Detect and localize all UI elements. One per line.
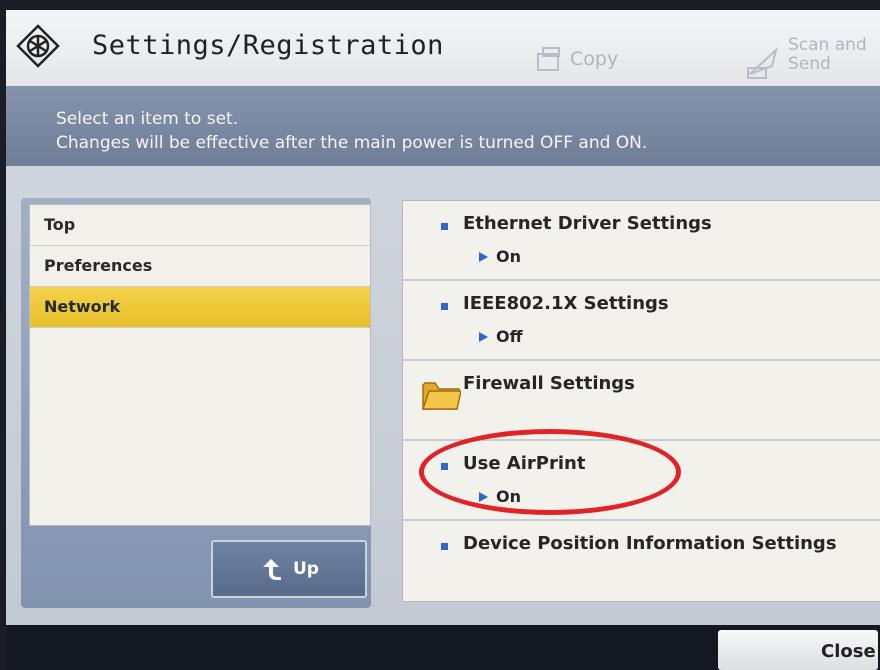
setting-label: Firewall Settings <box>463 373 635 394</box>
category-item-label: Network <box>44 297 121 316</box>
category-item-label: Preferences <box>44 256 153 275</box>
setting-value-text: Off <box>496 327 523 346</box>
copy-icon <box>537 47 560 71</box>
bullet-icon <box>441 303 448 310</box>
red-circle-annotation <box>419 429 681 515</box>
close-button[interactable]: Close <box>718 630 878 670</box>
setting-label: Device Position Information Settings <box>463 533 837 554</box>
setting-ieee8021x[interactable]: IEEE802.1X Settings Off <box>403 281 880 361</box>
category-panel: Top Preferences Network Up <box>21 198 371 608</box>
folder-icon <box>421 382 461 410</box>
triangle-right-icon <box>479 331 488 342</box>
up-button-label: Up <box>293 559 319 579</box>
scan-send-label-line1: Scan and <box>788 35 867 55</box>
setting-label: IEEE802.1X Settings <box>463 293 669 314</box>
message-line-2: Changes will be effective after the main… <box>56 133 648 153</box>
scan-send-label-line2: Send <box>788 54 831 74</box>
setting-value-text: On <box>496 247 521 266</box>
up-button[interactable]: Up <box>211 540 367 598</box>
scan-send-function-button[interactable]: Scan and Send <box>746 36 868 80</box>
category-item-top[interactable]: Top <box>30 205 370 246</box>
bullet-icon <box>441 543 448 550</box>
setting-value: Off <box>479 327 523 346</box>
category-item-label: Top <box>44 215 76 234</box>
settings-list: Ethernet Driver Settings On IEEE802.1X S… <box>402 200 880 602</box>
scan-send-icon <box>747 46 778 79</box>
copy-label: Copy <box>570 48 619 70</box>
category-list: Top Preferences Network <box>29 204 371 526</box>
page-title: Settings/Registration <box>92 30 444 61</box>
bullet-icon <box>441 223 448 230</box>
header: Settings/Registration Copy Scan and Send <box>6 10 880 86</box>
message-bar: Select an item to set. Changes will be e… <box>6 86 880 166</box>
device-screen: Settings/Registration Copy Scan and Send… <box>6 10 880 670</box>
category-item-network[interactable]: Network <box>30 287 370 328</box>
setting-firewall[interactable]: Firewall Settings <box>403 361 880 441</box>
setting-device-position[interactable]: Device Position Information Settings <box>403 521 880 599</box>
setting-label: Ethernet Driver Settings <box>463 213 712 234</box>
setting-value: On <box>479 247 521 266</box>
category-item-preferences[interactable]: Preferences <box>30 246 370 287</box>
settings-registration-icon <box>16 24 60 68</box>
triangle-right-icon <box>479 251 488 262</box>
close-button-label: Close <box>821 641 876 662</box>
message-line-1: Select an item to set. <box>56 109 239 129</box>
up-arrow-icon <box>263 559 281 580</box>
setting-ethernet-driver[interactable]: Ethernet Driver Settings On <box>403 201 880 281</box>
copy-function-button[interactable]: Copy <box>534 44 618 74</box>
